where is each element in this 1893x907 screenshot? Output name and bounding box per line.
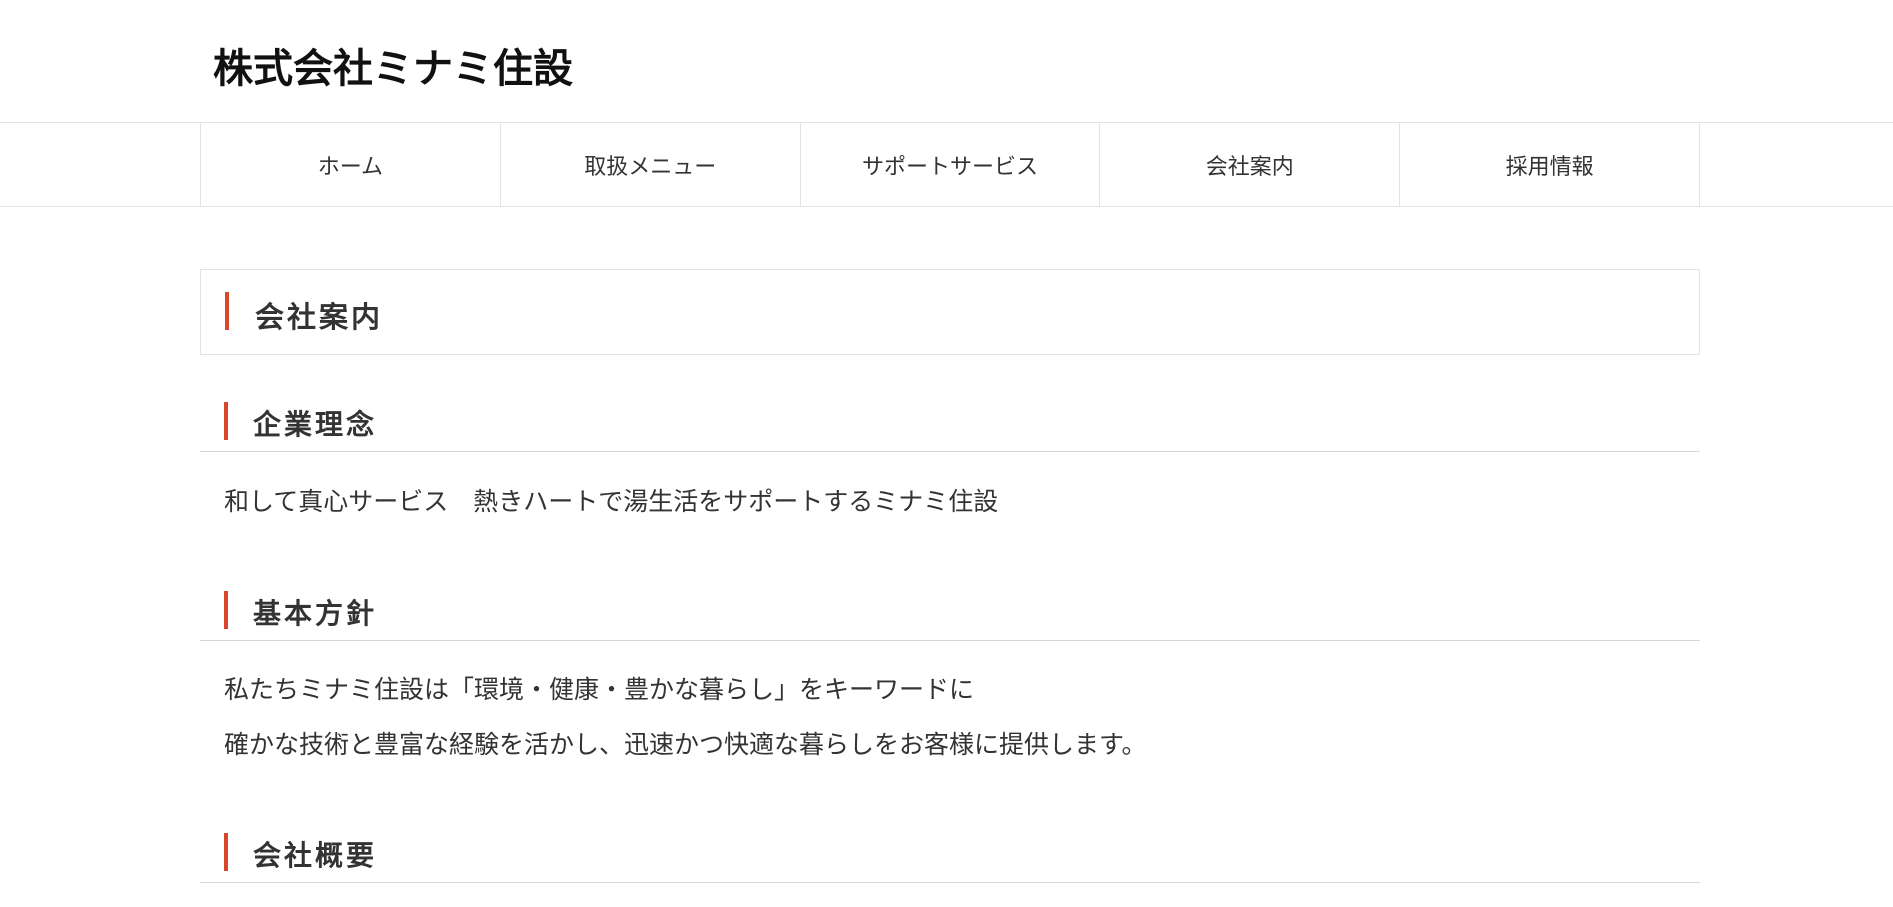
global-nav: ホーム 取扱メニュー サポートサービス 会社案内 採用情報 — [0, 122, 1893, 207]
section-heading-policy: 基本方針 — [200, 589, 1700, 641]
section-heading-text: 基本方針 — [253, 597, 378, 630]
site-header: 株式会社ミナミ住設 — [0, 0, 1893, 122]
page-title: 会社案内 — [255, 300, 384, 334]
section-heading-overview: 会社概要 — [200, 831, 1700, 883]
nav-item-recruit[interactable]: 採用情報 — [1400, 123, 1700, 206]
nav-item-home[interactable]: ホーム — [201, 123, 501, 206]
site-logo[interactable]: 株式会社ミナミ住設 — [213, 36, 573, 94]
accent-bar — [224, 591, 228, 629]
policy-text: 私たちミナミ住設は「環境・健康・豊かな暮らし」をキーワードに 確かな技術と豊富な… — [224, 662, 1674, 772]
policy-line-2: 確かな技術と豊富な経験を活かし、迅速かつ快適な暮らしをお客様に提供します。 — [224, 730, 1147, 759]
nav-item-menu[interactable]: 取扱メニュー — [501, 123, 801, 206]
nav-list: ホーム 取扱メニュー サポートサービス 会社案内 採用情報 — [200, 123, 1700, 206]
accent-bar — [225, 292, 229, 330]
nav-item-support[interactable]: サポートサービス — [801, 123, 1101, 206]
section-heading-philosophy: 企業理念 — [200, 400, 1700, 452]
section-heading-text: 会社概要 — [253, 839, 378, 872]
section-heading-text: 企業理念 — [253, 408, 378, 441]
nav-item-company[interactable]: 会社案内 — [1100, 123, 1401, 206]
policy-line-1: 私たちミナミ住設は「環境・健康・豊かな暮らし」をキーワードに — [224, 675, 975, 704]
accent-bar — [224, 402, 228, 440]
philosophy-text: 和して真心サービス 熱きハートで湯生活をサポートするミナミ住設 — [224, 474, 1674, 529]
philosophy-line: 和して真心サービス 熱きハートで湯生活をサポートするミナミ住設 — [224, 487, 999, 516]
page-title-box: 会社案内 — [200, 269, 1700, 355]
accent-bar — [224, 833, 228, 871]
